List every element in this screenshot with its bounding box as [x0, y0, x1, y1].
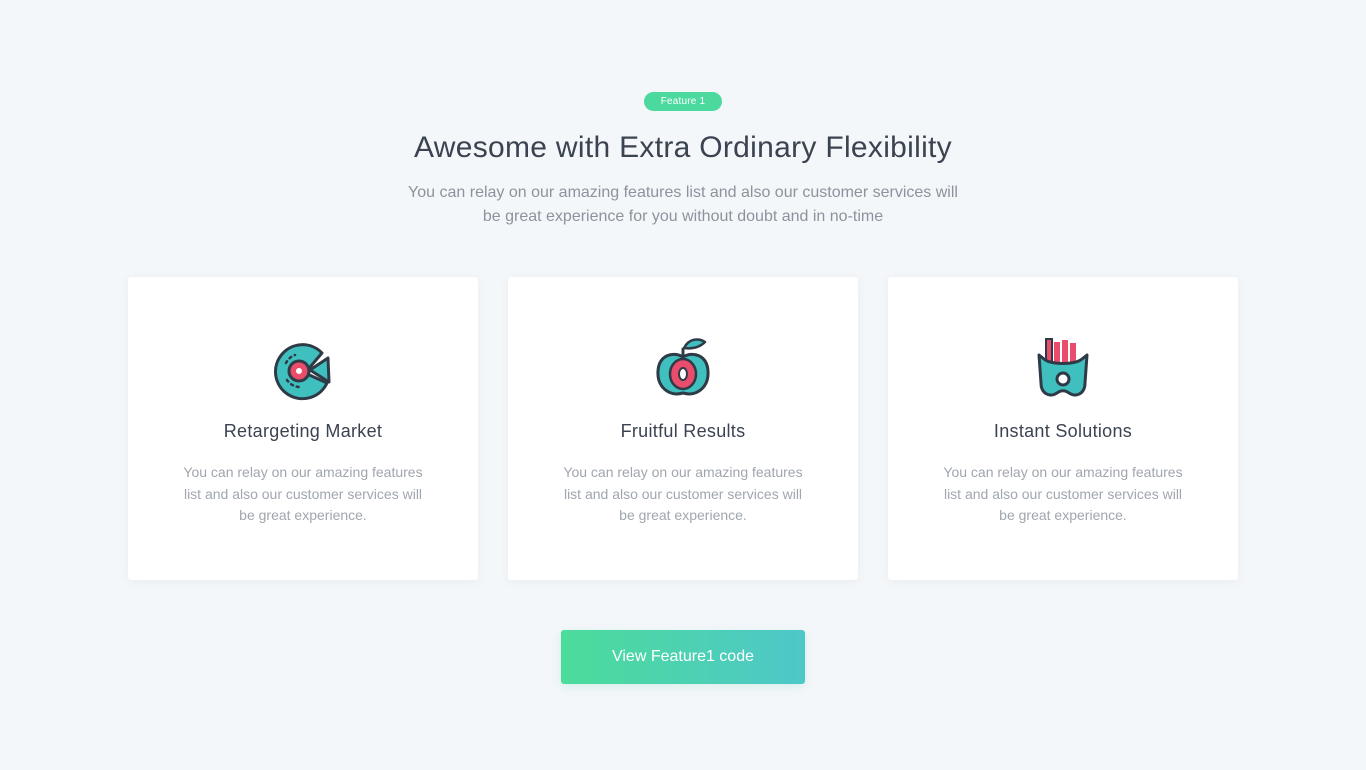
card-description-line: be great experience. — [619, 507, 747, 523]
view-code-button[interactable]: View Feature1 code — [561, 630, 805, 684]
card-title: Fruitful Results — [620, 421, 746, 441]
card-description-line: list and also our customer services will — [943, 485, 1183, 502]
card-description-line: be great experience. — [239, 507, 367, 523]
target-pie-icon — [269, 335, 337, 403]
feature-card-retargeting: Retargeting Market You can relay on our … — [128, 277, 478, 580]
card-title: Retargeting Market — [223, 421, 383, 441]
section-subtitle-line: be great experience for you without doub… — [482, 208, 884, 225]
card-description-line: You can relay on our amazing features — [183, 464, 423, 480]
feature-card-instant: Instant Solutions You can relay on our a… — [888, 277, 1238, 580]
card-description-line: You can relay on our amazing features — [563, 464, 803, 480]
section-title: Awesome with Extra Ordinary Flexibility — [414, 131, 952, 164]
card-description-line: list and also our customer services will — [563, 485, 803, 502]
section-subtitle-line: You can relay on our amazing features li… — [408, 184, 958, 201]
card-description-line: You can relay on our amazing features — [943, 464, 1183, 480]
card-description: You can relay on our amazing features li… — [928, 462, 1198, 527]
card-title: Instant Solutions — [993, 421, 1133, 441]
apple-icon — [649, 335, 717, 403]
features-section: Feature 1 Awesome with Extra Ordinary Fl… — [0, 0, 1366, 770]
card-description: You can relay on our amazing features li… — [548, 462, 818, 527]
card-description: You can relay on our amazing features li… — [168, 462, 438, 527]
feature-badge: Feature 1 — [644, 92, 722, 111]
fries-icon — [1029, 335, 1097, 403]
section-subtitle: You can relay on our amazing features li… — [363, 181, 1003, 229]
feature-card-fruitful: Fruitful Results You can relay on our am… — [508, 277, 858, 580]
card-description-line: list and also our customer services will — [183, 485, 423, 502]
card-description-line: be great experience. — [999, 507, 1127, 523]
